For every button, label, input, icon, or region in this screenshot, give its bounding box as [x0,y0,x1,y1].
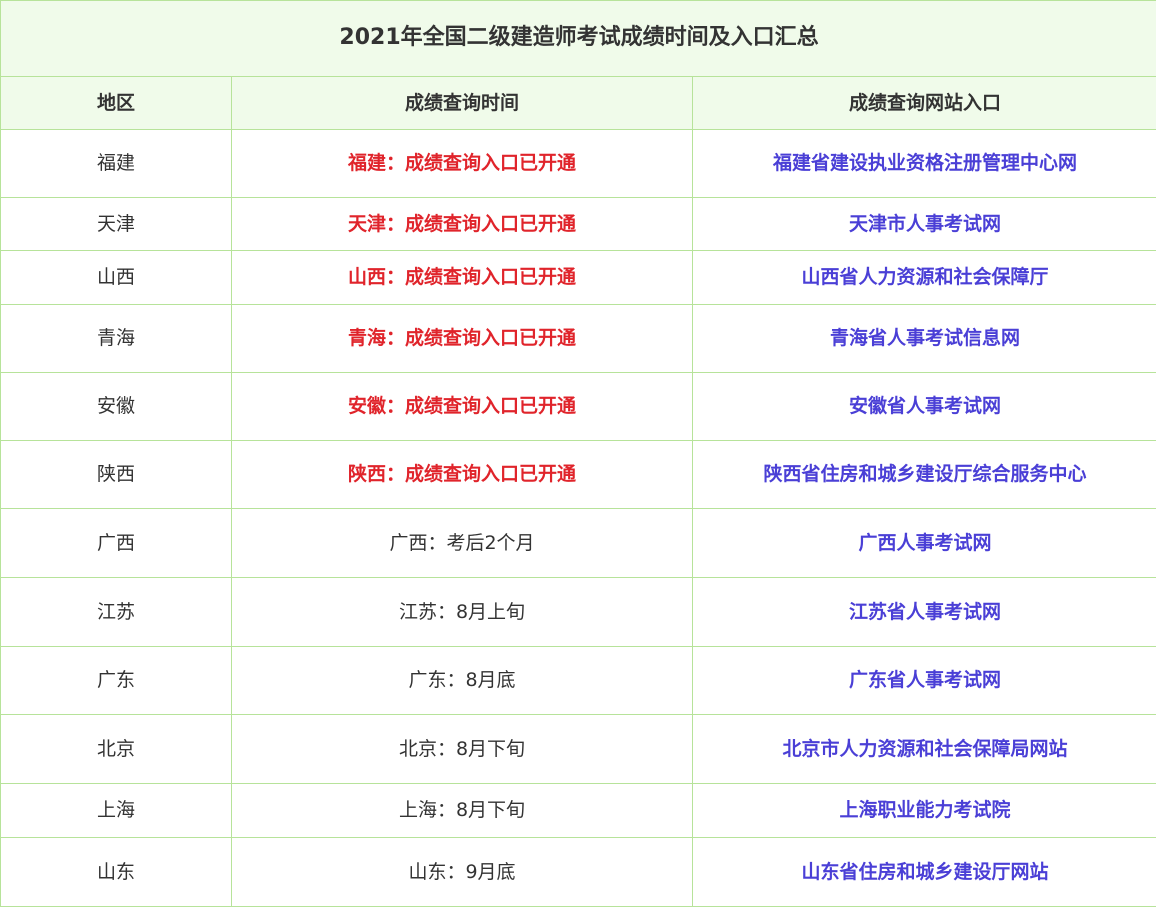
cell-query-time-open: 山西：成绩查询入口已开通 [231,250,693,305]
cell-query-time-open: 福建：成绩查询入口已开通 [231,129,693,198]
cell-region: 福建 [0,129,232,198]
cell-query-link: 北京市人力资源和社会保障局网站 [691,714,1156,784]
cell-query-link: 青海省人事考试信息网 [691,304,1156,373]
query-site-link[interactable]: 江苏省人事考试网 [849,601,1001,623]
header-query-link: 成绩查询网站入口 [691,76,1156,130]
cell-region: 山西 [0,250,232,305]
cell-region: 安徽 [0,372,232,441]
table-header-row: 地区 成绩查询时间 成绩查询网站入口 [0,76,1156,130]
cell-query-time: 北京：8月下旬 [231,714,693,784]
cell-region: 上海 [0,783,232,838]
cell-query-time-open: 天津：成绩查询入口已开通 [231,197,693,251]
query-site-link[interactable]: 广东省人事考试网 [849,669,1001,691]
cell-query-link: 江苏省人事考试网 [691,577,1156,647]
cell-region: 青海 [0,304,232,373]
query-site-link[interactable]: 福建省建设执业资格注册管理中心网 [773,152,1077,174]
table-row: 北京 北京：8月下旬 北京市人力资源和社会保障局网站 [0,714,1156,784]
table-row: 山西 山西：成绩查询入口已开通 山西省人力资源和社会保障厅 [0,250,1156,305]
cell-query-link: 广东省人事考试网 [691,646,1156,715]
table-row: 安徽 安徽：成绩查询入口已开通 安徽省人事考试网 [0,372,1156,441]
cell-region: 北京 [0,714,232,784]
table-row: 福建 福建：成绩查询入口已开通 福建省建设执业资格注册管理中心网 [0,129,1156,198]
table-body: 福建 福建：成绩查询入口已开通 福建省建设执业资格注册管理中心网天津 天津：成绩查询入… [0,129,1156,907]
cell-query-link: 山东省住房和城乡建设厅网站 [691,837,1156,907]
cell-query-link: 上海职业能力考试院 [691,783,1156,838]
cell-query-time: 江苏：8月上旬 [231,577,693,647]
query-site-link[interactable]: 上海职业能力考试院 [840,799,1011,821]
query-site-link[interactable]: 山西省人力资源和社会保障厅 [802,266,1049,288]
table-row: 山东 山东：9月底 山东省住房和城乡建设厅网站 [0,837,1156,907]
cell-query-link: 安徽省人事考试网 [691,372,1156,441]
table-row: 青海 青海：成绩查询入口已开通 青海省人事考试信息网 [0,304,1156,373]
table-row: 江苏 江苏：8月上旬 江苏省人事考试网 [0,577,1156,647]
table-title: 2021年全国二级建造师考试成绩时间及入口汇总 [0,0,1156,77]
cell-query-time: 广东：8月底 [231,646,693,715]
cell-query-link: 山西省人力资源和社会保障厅 [691,250,1156,305]
cell-query-link: 陕西省住房和城乡建设厅综合服务中心 [691,440,1156,509]
query-site-link[interactable]: 广西人事考试网 [859,532,992,554]
cell-region: 江苏 [0,577,232,647]
cell-region: 陕西 [0,440,232,509]
query-site-link[interactable]: 北京市人力资源和社会保障局网站 [783,738,1068,760]
cell-region: 广西 [0,508,232,578]
query-site-link[interactable]: 安徽省人事考试网 [849,395,1001,417]
table-row: 上海 上海：8月下旬 上海职业能力考试院 [0,783,1156,838]
cell-region: 山东 [0,837,232,907]
cell-query-time: 上海：8月下旬 [231,783,693,838]
table-row: 陕西 陕西：成绩查询入口已开通 陕西省住房和城乡建设厅综合服务中心 [0,440,1156,509]
cell-query-time-open: 陕西：成绩查询入口已开通 [231,440,693,509]
cell-query-time-open: 青海：成绩查询入口已开通 [231,304,693,373]
query-site-link[interactable]: 山东省住房和城乡建设厅网站 [802,861,1049,883]
header-region: 地区 [0,76,232,130]
cell-query-link: 福建省建设执业资格注册管理中心网 [691,129,1156,198]
score-query-table: 2021年全国二级建造师考试成绩时间及入口汇总 地区 成绩查询时间 成绩查询网站… [0,0,1156,907]
table-title-row: 2021年全国二级建造师考试成绩时间及入口汇总 [0,0,1156,77]
query-site-link[interactable]: 天津市人事考试网 [849,213,1001,235]
header-query-time: 成绩查询时间 [231,76,693,130]
cell-query-link: 广西人事考试网 [691,508,1156,578]
table-row: 广西 广西：考后2个月 广西人事考试网 [0,508,1156,578]
cell-query-time: 山东：9月底 [231,837,693,907]
table-row: 天津 天津：成绩查询入口已开通 天津市人事考试网 [0,197,1156,251]
cell-region: 广东 [0,646,232,715]
query-site-link[interactable]: 陕西省住房和城乡建设厅综合服务中心 [764,463,1087,485]
cell-query-time-open: 安徽：成绩查询入口已开通 [231,372,693,441]
cell-query-link: 天津市人事考试网 [691,197,1156,251]
cell-region: 天津 [0,197,232,251]
cell-query-time: 广西：考后2个月 [231,508,693,578]
query-site-link[interactable]: 青海省人事考试信息网 [830,327,1020,349]
table-row: 广东 广东：8月底 广东省人事考试网 [0,646,1156,715]
